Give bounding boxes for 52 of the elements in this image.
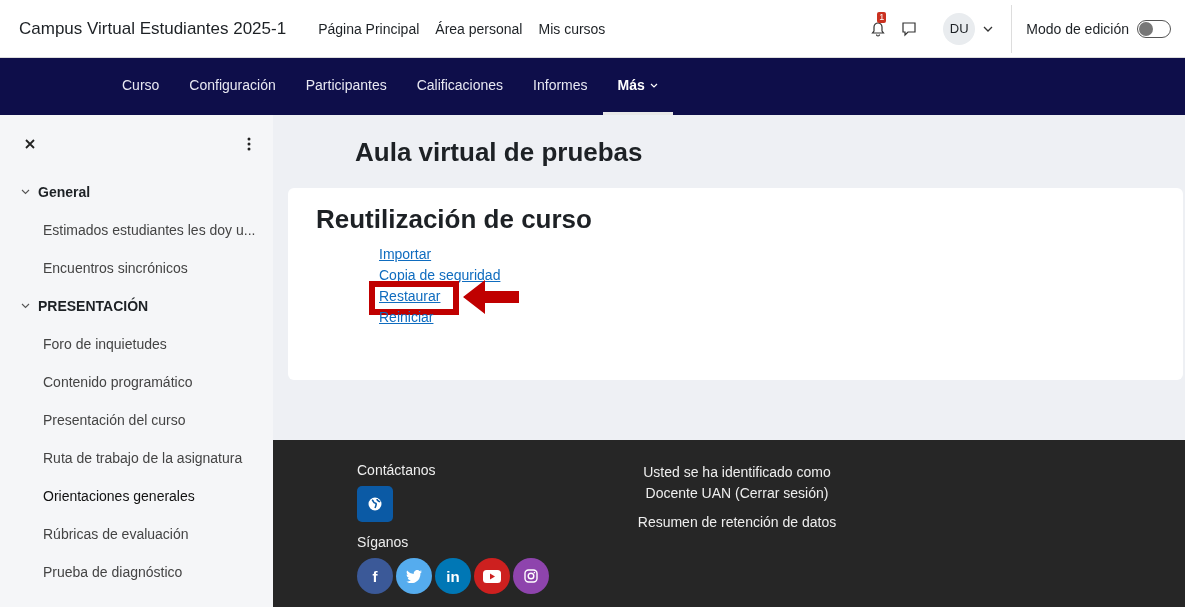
close-icon[interactable] (25, 139, 35, 149)
notification-button[interactable]: 1 (871, 11, 888, 37)
menu-link[interactable]: Restaurar (379, 288, 441, 304)
notification-badge: 1 (877, 11, 887, 23)
more-icon[interactable] (247, 137, 251, 151)
nav-link[interactable]: Mis cursos (538, 20, 606, 37)
login-info: Usted se ha identificado como (643, 463, 831, 482)
site-name[interactable]: Campus Virtual Estudiantes 2025-1 (19, 18, 287, 39)
section-heading[interactable]: General (0, 182, 273, 202)
sidebar-item[interactable]: Foro de inquietudes (0, 334, 273, 354)
caret-icon[interactable] (983, 25, 994, 32)
sidebar-item[interactable]: Estimados estudiantes les doy u... (0, 220, 273, 240)
nav-link[interactable]: Página Principal (318, 20, 420, 37)
course-title: Aula virtual de pruebas (355, 137, 644, 168)
website-button[interactable] (357, 486, 393, 522)
social-button[interactable] (474, 558, 510, 594)
nav-tab[interactable]: Configuración (174, 58, 291, 115)
camera-icon (524, 569, 538, 583)
sidebar-item[interactable]: Presentación del curso (0, 410, 273, 430)
footer-heading: Síganos (357, 534, 410, 550)
social-button[interactable]: f (357, 558, 393, 594)
play-icon (483, 569, 501, 583)
social-button[interactable] (513, 558, 549, 594)
globe-icon (368, 497, 382, 511)
section-heading[interactable]: PRESENTACIÓN (0, 296, 273, 316)
card-title: Reutilización de curso (316, 204, 593, 235)
menu-link[interactable]: Copia de seguridad (379, 267, 501, 283)
bird-icon (406, 569, 422, 583)
sidebar-item[interactable]: Ruta de trabajo de la asignatura (0, 448, 273, 468)
sidebar-item[interactable]: Orientaciones generales (0, 486, 273, 506)
bell-icon (871, 20, 886, 37)
social-button[interactable] (396, 558, 432, 594)
social-button[interactable]: in (435, 558, 471, 594)
edit-mode-toggle[interactable] (1137, 19, 1171, 38)
login-info: Docente UAN (Cerrar sesión) (645, 484, 829, 503)
chevron-icon (21, 189, 30, 195)
nav-tab[interactable]: Calificaciones (401, 58, 519, 115)
user-avatar[interactable]: DU (943, 12, 976, 45)
sidebar-item[interactable]: Prueba de diagnóstico (0, 562, 273, 582)
sidebar-item[interactable]: Contenido programático (0, 372, 273, 392)
nav-link[interactable]: Área personal (435, 20, 523, 37)
nav-tab[interactable]: Informes (518, 58, 603, 115)
footer-heading: Contáctanos (357, 462, 437, 478)
data-retention-link[interactable]: Resumen de retención de datos (637, 512, 837, 533)
nav-tab[interactable]: Participantes (290, 58, 402, 115)
nav-tab[interactable]: Curso (107, 58, 175, 115)
chat-icon[interactable] (901, 20, 918, 37)
edit-mode-label: Modo de edición (1026, 20, 1129, 37)
chevron-icon (21, 303, 30, 309)
menu-link[interactable]: Importar (379, 246, 432, 262)
sidebar-item[interactable]: Rúbricas de evaluación (0, 524, 273, 544)
sidebar-item[interactable]: Encuentros sincrónicos (0, 258, 273, 278)
